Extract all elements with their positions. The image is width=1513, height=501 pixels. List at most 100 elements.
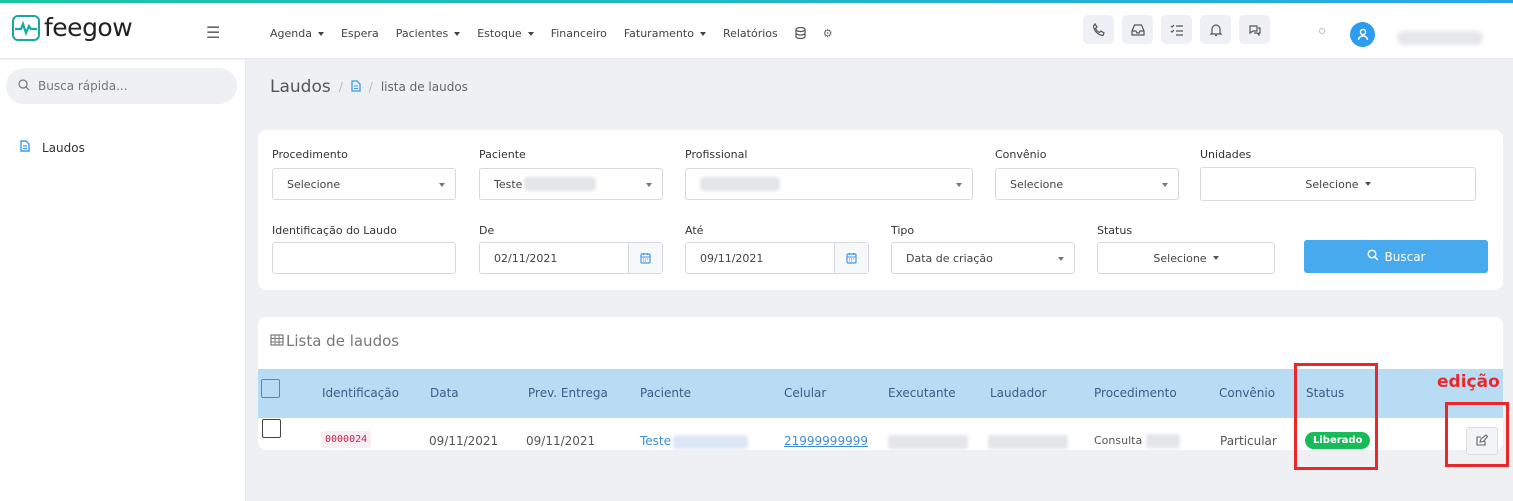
cell-prev-entrega: 09/11/2021 [526,434,596,448]
procedimento-value: Selecione [287,177,341,191]
calendar-icon[interactable] [834,243,868,273]
col-laudador[interactable]: Laudador [990,386,1047,400]
col-procedimento[interactable]: Procedimento [1094,386,1177,400]
nav-faturamento[interactable]: Faturamento [624,27,706,42]
paciente-label: Paciente [479,148,526,161]
nav-espera[interactable]: Espera [341,27,379,42]
de-value: 02/11/2021 [494,251,558,265]
caret-down-icon [699,32,706,36]
de-date-input[interactable]: 02/11/2021 [479,242,663,274]
identificacao-code: 0000024 [321,431,372,448]
database-icon[interactable] [795,26,806,42]
caret-down-icon [646,183,652,187]
profissional-select[interactable] [685,168,973,200]
col-data[interactable]: Data [430,386,459,400]
status-dot-icon [1319,28,1325,34]
phone-icon[interactable] [1083,15,1114,44]
main-nav: Agenda Espera Pacientes Estoque Financei… [270,26,850,42]
identificacao-label: Identificação do Laudo [272,224,397,237]
caret-down-icon [1364,182,1371,186]
breadcrumb-separator: / [368,80,373,94]
nav-pacientes-label: Pacientes [395,27,449,40]
identificacao-input[interactable] [272,242,456,274]
sidebar-item-laudos[interactable]: Laudos [20,140,85,155]
col-identificacao[interactable]: Identificação [322,386,399,400]
col-celular[interactable]: Celular [784,386,826,400]
paciente-select[interactable]: Teste [479,168,663,200]
search-icon [1366,249,1379,264]
tipo-select[interactable]: Data de criação [891,242,1075,274]
procedimento-select[interactable]: Selecione [272,168,456,200]
cell-executante [888,434,968,449]
edit-highlight-box [1445,402,1509,467]
nav-faturamento-label: Faturamento [623,27,694,40]
status-select[interactable]: Selecione [1097,242,1275,274]
caret-down-icon [454,32,461,36]
nav-estoque[interactable]: Estoque [477,27,534,42]
row-checkbox[interactable] [262,419,281,438]
cell-procedimento: Consulta [1094,434,1181,448]
list-title-text: Lista de laudos [286,332,400,350]
nav-pacientes[interactable]: Pacientes [396,27,461,42]
buscar-label: Buscar [1384,249,1426,264]
tipo-value: Data de criação [906,251,993,265]
filter-panel: Procedimento Selecione Paciente Teste Pr… [258,130,1503,290]
nav-financeiro[interactable]: Financeiro [551,27,607,42]
tipo-label: Tipo [891,224,915,237]
select-all-checkbox[interactable] [261,379,280,398]
col-paciente[interactable]: Paciente [640,386,691,400]
nav-agenda[interactable]: Agenda [270,27,324,42]
cell-paciente[interactable]: Teste [640,434,749,449]
caret-down-icon [956,183,962,187]
cell-laudador [988,434,1068,449]
caret-down-icon [317,32,324,36]
convenio-select[interactable]: Selecione [995,168,1179,200]
col-prev-entrega[interactable]: Prev. Entrega [528,386,608,400]
cell-data: 09/11/2021 [429,434,499,448]
caret-down-icon [1162,183,1168,187]
nav-financeiro-label: Financeiro [550,27,607,40]
caret-down-icon [439,183,445,187]
gear-icon[interactable]: ⚙ [823,27,833,42]
document-icon[interactable] [351,79,361,95]
redacted-text [1146,434,1181,448]
ate-date-input[interactable]: 09/11/2021 [685,242,869,274]
col-convenio[interactable]: Convênio [1219,386,1275,400]
status-value: Selecione [1153,251,1207,265]
logo[interactable]: feegow [12,13,133,42]
breadcrumb-separator: / [338,80,343,94]
list-title: Lista de laudos [270,332,399,350]
status-label: Status [1097,224,1133,237]
procedimento-label: Procedimento [272,148,348,161]
paciente-link[interactable]: Teste [640,434,671,448]
bell-icon[interactable] [1200,15,1231,44]
avatar[interactable] [1350,22,1375,47]
buscar-button[interactable]: Buscar [1304,240,1488,273]
cell-celular[interactable]: 21999999999 [784,434,868,448]
redacted-text [524,177,597,191]
nav-espera-label: Espera [340,27,379,40]
nav-relatorios-label: Relatórios [722,27,778,40]
checklist-icon[interactable] [1161,15,1192,44]
search-input[interactable]: Busca rápida... [6,68,237,104]
sidebar: Busca rápida... Laudos [0,60,246,501]
toolbar [1083,15,1270,44]
unidades-select[interactable]: Selecione [1200,167,1476,201]
col-executante[interactable]: Executante [888,386,956,400]
inbox-icon[interactable] [1122,15,1153,44]
caret-down-icon [1212,256,1219,260]
user-name-redacted[interactable] [1397,31,1483,45]
paciente-value: Teste [494,177,523,191]
top-bar: feegow ☰ Agenda Espera Pacientes Estoque… [0,3,1513,59]
calendar-icon[interactable] [628,243,662,273]
cell-convenio: Particular [1220,434,1277,448]
status-highlight-box [1294,363,1378,470]
nav-relatorios[interactable]: Relatórios [723,27,778,42]
chat-icon[interactable] [1239,15,1270,44]
search-icon [18,78,30,94]
nav-agenda-label: Agenda [270,27,312,40]
menu-icon[interactable]: ☰ [206,23,220,42]
annotation-label: edição [1437,372,1500,392]
nav-estoque-label: Estoque [477,27,522,40]
page-title: Laudos [270,77,331,97]
